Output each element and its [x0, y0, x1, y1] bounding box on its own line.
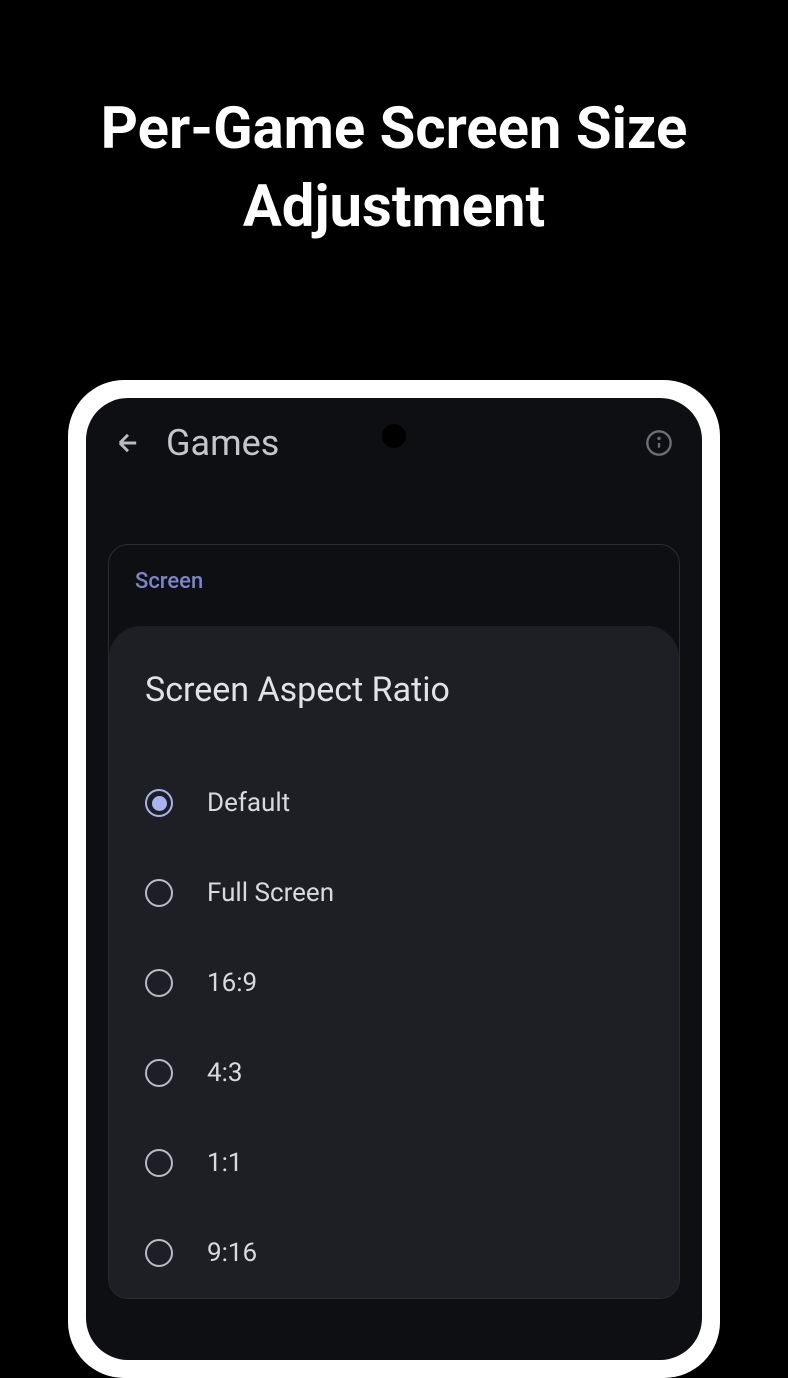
- phone-frame: Games Screen Screen Aspect Ratio De: [68, 380, 720, 1378]
- radio-button: [145, 789, 173, 817]
- radio-button: [145, 1239, 173, 1267]
- section-label: Screen: [109, 569, 679, 618]
- radio-label: 9:16: [207, 1238, 257, 1268]
- radio-button: [145, 879, 173, 907]
- radio-option-1-1[interactable]: 1:1: [145, 1118, 643, 1208]
- radio-label: Default: [207, 788, 290, 818]
- radio-button: [145, 1059, 173, 1087]
- back-icon[interactable]: [114, 429, 142, 457]
- radio-label: 16:9: [207, 968, 257, 998]
- promo-headline: Per-Game Screen Size Adjustment: [0, 0, 788, 247]
- section-card: Screen Screen Aspect Ratio Default Full …: [108, 544, 680, 1299]
- radio-label: 1:1: [207, 1148, 243, 1178]
- phone-screen: Games Screen Screen Aspect Ratio De: [86, 398, 702, 1360]
- radio-option-fullscreen[interactable]: Full Screen: [145, 848, 643, 938]
- radio-button: [145, 969, 173, 997]
- info-icon[interactable]: [644, 428, 674, 458]
- aspect-ratio-dialog: Screen Aspect Ratio Default Full Screen: [109, 626, 679, 1298]
- radio-option-9-16[interactable]: 9:16: [145, 1208, 643, 1298]
- camera-notch: [382, 424, 406, 448]
- radio-button: [145, 1149, 173, 1177]
- radio-list: Default Full Screen 16:9 4:3: [145, 758, 643, 1298]
- dialog-title: Screen Aspect Ratio: [145, 670, 643, 710]
- radio-option-4-3[interactable]: 4:3: [145, 1028, 643, 1118]
- radio-option-default[interactable]: Default: [145, 758, 643, 848]
- radio-label: 4:3: [207, 1058, 243, 1088]
- radio-label: Full Screen: [207, 878, 334, 908]
- radio-option-16-9[interactable]: 16:9: [145, 938, 643, 1028]
- content-area: Screen Screen Aspect Ratio Default Full …: [86, 484, 702, 1299]
